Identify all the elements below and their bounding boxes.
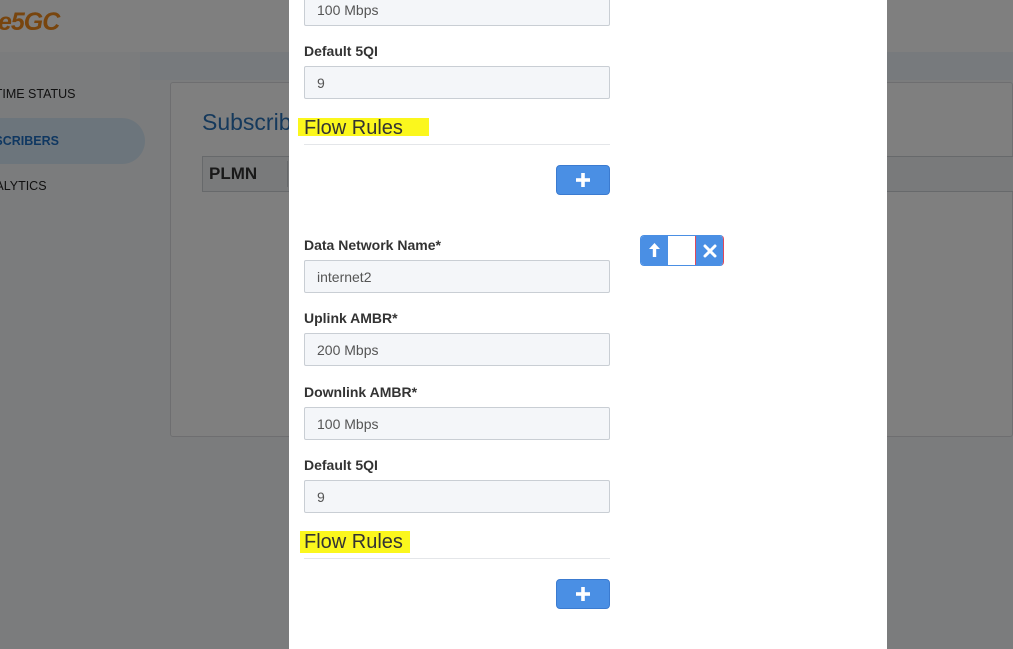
close-icon [703, 244, 717, 258]
downlink-ambr-value: 100 Mbps [317, 416, 379, 432]
subscriber-modal: 100 Mbps Default 5QI 9 Flow Rules Data N… [289, 0, 887, 649]
flow-rules-title: Flow Rules [304, 117, 403, 139]
default-5qi-label: Default 5QI [304, 457, 378, 473]
add-flow-rule-button[interactable] [556, 579, 610, 609]
flow-rules-header: Flow Rules [298, 117, 610, 145]
downlink-ambr-field[interactable]: 100 Mbps [304, 0, 610, 26]
default-5qi-value: 9 [317, 75, 325, 91]
data-network-name-value: internet2 [317, 269, 372, 285]
move-up-button[interactable] [641, 236, 668, 265]
default-5qi-field[interactable]: 9 [304, 66, 610, 99]
downlink-ambr-label: Downlink AMBR* [304, 384, 418, 400]
flow-rules-header: Flow Rules [300, 531, 610, 559]
data-network-name-field[interactable]: internet2 [304, 260, 610, 293]
downlink-ambr-field[interactable]: 100 Mbps [304, 407, 610, 440]
uplink-ambr-value: 200 Mbps [317, 342, 379, 358]
control-spacer [668, 236, 695, 265]
uplink-ambr-field[interactable]: 200 Mbps [304, 333, 610, 366]
flow-rules-title: Flow Rules [304, 531, 403, 553]
plus-icon [576, 173, 590, 187]
plus-icon [576, 587, 590, 601]
default-5qi-field[interactable]: 9 [304, 480, 610, 513]
session-controls [640, 235, 724, 266]
downlink-ambr-value: 100 Mbps [317, 2, 379, 18]
remove-session-button[interactable] [695, 236, 723, 265]
add-flow-rule-button[interactable] [556, 165, 610, 195]
arrow-up-icon [649, 243, 660, 257]
default-5qi-value: 9 [317, 489, 325, 505]
data-network-name-label: Data Network Name* [304, 237, 441, 253]
uplink-ambr-label: Uplink AMBR* [304, 310, 398, 326]
default-5qi-label: Default 5QI [304, 43, 378, 59]
